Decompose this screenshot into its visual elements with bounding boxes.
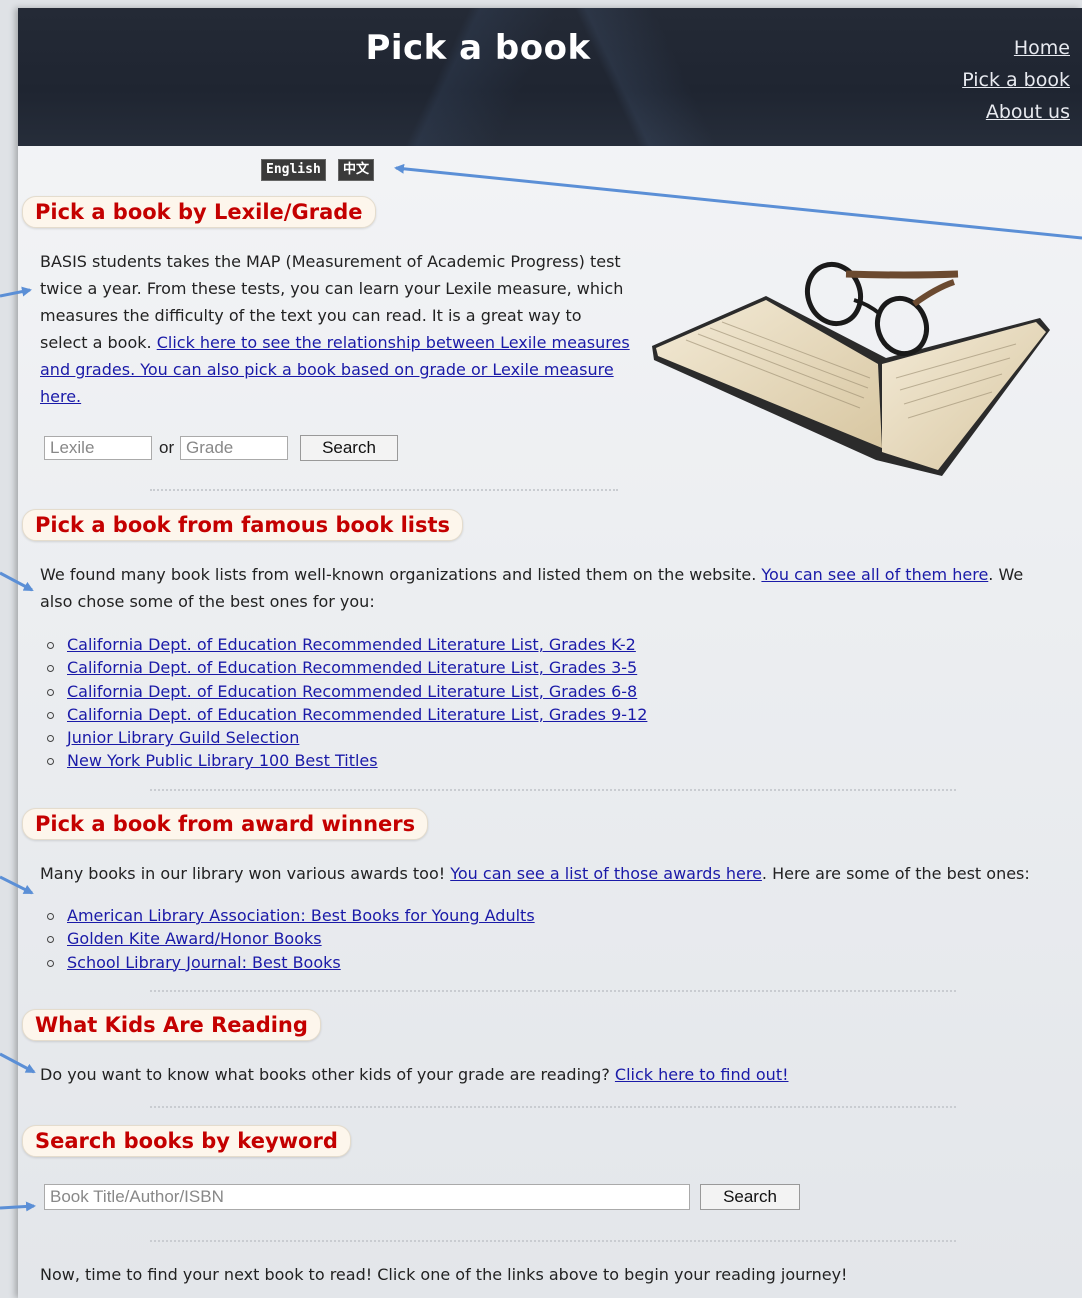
nav-home-link[interactable]: Home — [962, 32, 1070, 64]
section-title-what-kids-are-reading: What Kids Are Reading — [22, 1009, 321, 1041]
top-nav: Home Pick a book About us — [962, 32, 1070, 128]
awards-list: American Library Association: Best Books… — [40, 904, 535, 974]
language-english-button[interactable]: English — [261, 159, 326, 181]
award-link[interactable]: American Library Association: Best Books… — [67, 906, 535, 925]
book-lists-list: California Dept. of Education Recommende… — [40, 633, 647, 773]
divider — [150, 990, 956, 992]
book-list-link[interactable]: California Dept. of Education Recommende… — [67, 705, 647, 724]
page: Pick a book Home Pick a book About us En… — [18, 8, 1082, 1298]
open-book-with-glasses-image — [652, 261, 1050, 476]
list-item: American Library Association: Best Books… — [47, 904, 535, 927]
book-list-link[interactable]: California Dept. of Education Recommende… — [67, 658, 637, 677]
all-book-lists-link[interactable]: You can see all of them here — [761, 565, 988, 584]
site-header: Pick a book Home Pick a book About us — [18, 8, 1082, 146]
list-item: California Dept. of Education Recommende… — [46, 656, 647, 679]
kids-reading-link[interactable]: Click here to find out! — [615, 1065, 789, 1084]
book-list-link[interactable]: California Dept. of Education Recommende… — [67, 682, 637, 701]
divider — [150, 1106, 956, 1108]
keyword-search-button[interactable]: Search — [700, 1184, 800, 1210]
book-lists-description: We found many book lists from well-known… — [40, 565, 1024, 611]
list-item: Junior Library Guild Selection — [46, 726, 647, 749]
keyword-search-input[interactable] — [44, 1184, 690, 1210]
list-item: School Library Journal: Best Books — [47, 951, 535, 974]
list-item: New York Public Library 100 Best Titles — [46, 749, 647, 772]
book-list-link[interactable]: New York Public Library 100 Best Titles — [67, 751, 378, 770]
language-chinese-button[interactable]: 中文 — [338, 159, 375, 181]
footer-text: Now, time to find your next book to read… — [40, 1265, 848, 1284]
awards-description: Many books in our library won various aw… — [40, 864, 1030, 883]
divider — [150, 489, 618, 491]
list-item: Golden Kite Award/Honor Books — [47, 927, 535, 950]
section-title-award-winners: Pick a book from award winners — [22, 808, 429, 840]
awards-list-link[interactable]: You can see a list of those awards here — [450, 864, 762, 883]
section-title-book-lists: Pick a book from famous book lists — [22, 509, 464, 541]
list-item: California Dept. of Education Recommende… — [46, 633, 647, 656]
kids-reading-description: Do you want to know what books other kid… — [40, 1065, 789, 1084]
or-label: or — [159, 438, 175, 457]
book-list-link[interactable]: Junior Library Guild Selection — [67, 728, 299, 747]
section-title-keyword-search: Search books by keyword — [22, 1125, 351, 1157]
lexile-input[interactable] — [44, 436, 152, 460]
nav-about-us-link[interactable]: About us — [962, 96, 1070, 128]
list-item: California Dept. of Education Recommende… — [46, 703, 647, 726]
section-title-lexile: Pick a book by Lexile/Grade — [22, 196, 376, 228]
list-item: California Dept. of Education Recommende… — [46, 680, 647, 703]
nav-pick-a-book-link[interactable]: Pick a book — [962, 64, 1070, 96]
divider — [150, 789, 956, 791]
book-list-link[interactable]: California Dept. of Education Recommende… — [67, 635, 636, 654]
award-link[interactable]: Golden Kite Award/Honor Books — [67, 929, 322, 948]
award-link[interactable]: School Library Journal: Best Books — [67, 953, 341, 972]
divider — [150, 1240, 956, 1242]
site-title: Pick a book — [365, 28, 591, 68]
grade-input[interactable] — [180, 436, 288, 460]
lexile-search-button[interactable]: Search — [300, 435, 398, 461]
lexile-description: BASIS students takes the MAP (Measuremen… — [40, 248, 630, 410]
